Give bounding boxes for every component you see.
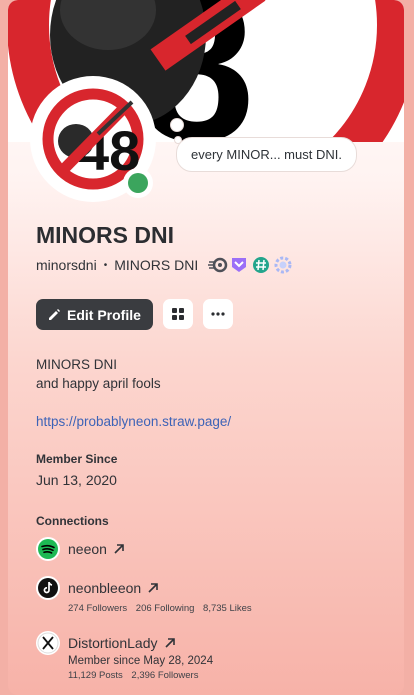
connection-member-since: Member since May 28, 2024	[68, 655, 214, 667]
member-since-heading: Member Since	[36, 452, 118, 466]
connection-spotify[interactable]: neeon	[36, 537, 125, 561]
x-icon	[36, 631, 60, 655]
external-link-icon	[148, 583, 158, 593]
username[interactable]: minorsdni	[36, 257, 97, 273]
bio: MINORS DNI and happy april fools https:/…	[36, 355, 231, 431]
member-since-date: Jun 13, 2020	[36, 472, 117, 488]
bio-link[interactable]: https://probablyneon.straw.page/	[36, 412, 231, 431]
profile-actions: Edit Profile	[36, 299, 233, 330]
connection-tiktok[interactable]: neonbleeon 274 Followers 206 Following 8…	[36, 576, 252, 614]
following-count: 206 Following	[135, 603, 195, 614]
display-name: MINORS DNI	[36, 222, 174, 248]
custom-status-bubble[interactable]: every MINOR... must DNI.	[176, 137, 357, 172]
connection-stats: 274 Followers 206 Following 8,735 Likes	[68, 603, 252, 614]
username-row: minorsdni • MINORS DNI	[36, 256, 292, 274]
connections-heading: Connections	[36, 514, 109, 528]
pencil-icon	[49, 308, 60, 320]
profile-card: 8 48 every MINOR... must DNI. MINORS DNI…	[8, 0, 404, 695]
nitro-badge-icon[interactable]	[230, 256, 248, 274]
spotify-icon	[36, 537, 60, 561]
external-link-icon	[114, 544, 124, 554]
badge-list	[208, 256, 292, 274]
server-boost-badge-icon[interactable]	[274, 256, 292, 274]
status-bubble-tail-large	[170, 118, 184, 132]
group-icon	[171, 308, 184, 320]
edit-profile-button[interactable]: Edit Profile	[36, 299, 153, 330]
more-options-button[interactable]	[202, 299, 233, 329]
bio-line-2: and happy april fools	[36, 376, 161, 391]
nickname: MINORS DNI	[114, 257, 199, 273]
online-status-indicator	[123, 168, 153, 198]
tiktok-icon	[36, 576, 60, 600]
external-link-icon	[164, 638, 175, 648]
server-tag-button[interactable]	[162, 299, 193, 329]
edit-profile-label: Edit Profile	[67, 306, 141, 323]
posts-count: 11,129 Posts	[68, 670, 123, 681]
connection-name: DistortionLady	[68, 635, 158, 651]
separator-dot: •	[103, 259, 108, 271]
bio-line-1: MINORS DNI	[36, 357, 117, 372]
connection-name: neeon	[68, 541, 107, 557]
hashtag-badge-icon[interactable]	[252, 256, 270, 274]
likes-count: 8,735 Likes	[203, 603, 252, 614]
connection-x[interactable]: DistortionLady Member since May 28, 2024…	[36, 631, 213, 681]
connection-stats: 11,129 Posts 2,396 Followers	[68, 670, 213, 681]
ellipsis-icon	[211, 312, 225, 316]
connection-name: neonbleeon	[68, 580, 142, 596]
followers-count: 2,396 Followers	[131, 670, 199, 681]
hypesquad-badge-icon[interactable]	[208, 256, 228, 274]
followers-count: 274 Followers	[68, 603, 128, 614]
